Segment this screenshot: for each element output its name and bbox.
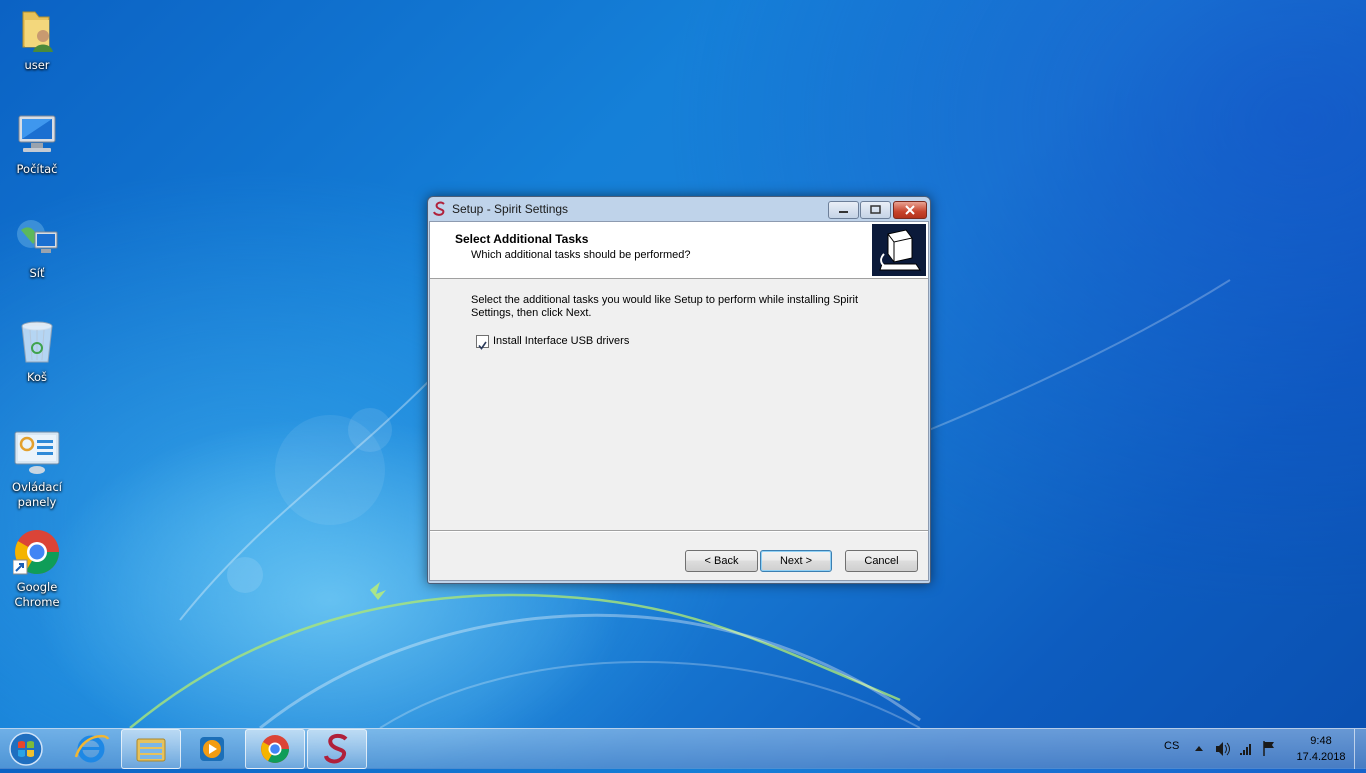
window-titlebar[interactable]: Setup - Spirit Settings xyxy=(428,197,930,221)
desktop-icon-label: user xyxy=(24,58,50,72)
maximize-button[interactable] xyxy=(860,201,891,219)
checkmark-icon xyxy=(478,341,487,350)
maximize-icon xyxy=(870,205,881,214)
close-button[interactable] xyxy=(893,201,927,219)
spirit-setup-icon xyxy=(324,733,348,764)
back-button[interactable]: < Back xyxy=(685,550,758,572)
close-icon xyxy=(905,205,915,215)
desktop-icon-control-panel[interactable]: Ovládací panely xyxy=(6,428,68,510)
setup-wizard-icon xyxy=(872,224,926,276)
volume-icon[interactable] xyxy=(1216,742,1230,756)
minimize-icon xyxy=(839,211,848,213)
taskbar-file-explorer[interactable] xyxy=(121,729,181,769)
desktop-icon-label: Síť xyxy=(29,266,45,280)
taskbar-spirit-setup[interactable] xyxy=(307,729,367,769)
instructions-text: Select the additional tasks you would li… xyxy=(471,294,859,319)
desktop-icon-user[interactable]: user xyxy=(6,6,68,73)
action-center-flag-icon[interactable] xyxy=(1263,741,1274,756)
minimize-button[interactable] xyxy=(828,201,859,219)
language-indicator[interactable]: CS xyxy=(1164,740,1179,752)
start-orb-icon xyxy=(9,732,43,766)
desktop-icon-label: Koš xyxy=(27,370,47,384)
desktop-icon-label: Ovládací panely xyxy=(12,480,62,509)
desktop-icon-label: Počítač xyxy=(16,162,58,176)
install-usb-drivers-label[interactable]: Install Interface USB drivers xyxy=(493,335,629,347)
taskbar: CS 9:48 17.4.2018 xyxy=(0,728,1366,769)
start-button[interactable] xyxy=(4,730,48,768)
window-title: Setup - Spirit Settings xyxy=(452,202,569,216)
file-explorer-icon xyxy=(136,738,166,762)
window-client-area: Select Additional Tasks Which additional… xyxy=(429,221,929,581)
chrome-icon xyxy=(12,528,61,576)
network-signal-icon[interactable] xyxy=(1240,744,1251,755)
user-folder-icon xyxy=(13,6,61,54)
page-title: Select Additional Tasks xyxy=(455,232,589,246)
setup-window[interactable]: Setup - Spirit Settings Select Additiona… xyxy=(427,196,931,584)
control-panel-icon xyxy=(13,428,61,476)
desktop-icon-chrome[interactable]: Google Chrome xyxy=(6,528,68,610)
install-usb-drivers-checkbox[interactable] xyxy=(476,335,489,350)
taskbar-internet-explorer[interactable] xyxy=(62,729,120,767)
network-icon xyxy=(13,214,61,262)
cancel-button[interactable]: Cancel xyxy=(845,550,918,572)
desktop-icon-network[interactable]: Síť xyxy=(6,214,68,281)
button-separator xyxy=(430,530,928,532)
desktop-icon-label: Google Chrome xyxy=(14,580,60,609)
taskbar-media-player[interactable] xyxy=(183,729,241,767)
spirit-app-icon xyxy=(432,201,448,217)
chrome-icon xyxy=(261,735,289,763)
show-desktop-button[interactable] xyxy=(1354,729,1366,769)
taskbar-chrome[interactable] xyxy=(245,729,305,769)
page-subtitle: Which additional tasks should be perform… xyxy=(471,249,691,261)
desktop-icon-computer[interactable]: Počítač xyxy=(6,110,68,177)
clock[interactable]: 9:48 17.4.2018 xyxy=(1280,733,1362,765)
clock-date: 17.4.2018 xyxy=(1296,751,1346,763)
media-player-icon xyxy=(200,737,224,761)
clock-time: 9:48 xyxy=(1310,735,1332,747)
next-button[interactable]: Next > xyxy=(760,550,832,572)
show-hidden-icons-icon[interactable] xyxy=(1195,746,1203,751)
desktop-icon-recycle-bin[interactable]: Koš xyxy=(6,318,68,385)
internet-explorer-icon xyxy=(74,734,110,763)
computer-icon xyxy=(13,110,61,158)
system-tray xyxy=(1192,729,1278,769)
wizard-header: Select Additional Tasks Which additional… xyxy=(430,222,928,279)
recycle-bin-icon xyxy=(13,318,61,366)
